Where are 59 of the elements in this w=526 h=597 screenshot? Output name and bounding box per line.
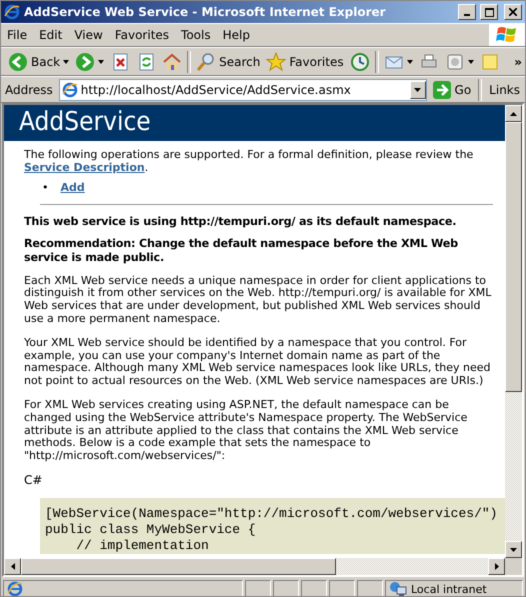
- left-arrow-icon: [10, 563, 14, 570]
- maximize-button[interactable]: [480, 4, 498, 20]
- dropdown-button[interactable]: [410, 80, 426, 98]
- operation-link[interactable]: Add: [60, 180, 85, 194]
- down-arrow-icon: [510, 548, 517, 552]
- maximize-icon: [484, 8, 494, 16]
- menu-item[interactable]: Help: [216, 25, 256, 45]
- scroll-left-button[interactable]: [4, 558, 21, 575]
- caret-icon: [98, 60, 104, 64]
- network-icon: [389, 581, 407, 596]
- close-button[interactable]: [504, 4, 522, 20]
- note-icon: [480, 52, 500, 72]
- scroll-thumb[interactable]: [505, 122, 522, 392]
- menu-item[interactable]: Edit: [33, 25, 68, 45]
- horizontal-scrollbar[interactable]: [4, 558, 505, 575]
- window-title: AddService Web Service - Microsoft Internet Explorer: [24, 5, 387, 19]
- code-language-label: C#: [24, 474, 44, 487]
- scroll-right-button[interactable]: [488, 558, 505, 575]
- menu-item[interactable]: View: [68, 25, 109, 45]
- search-button[interactable]: Search: [193, 50, 264, 74]
- bullet: •: [42, 180, 48, 194]
- zone-text: Local intranet: [411, 582, 487, 596]
- back-button[interactable]: Back: [5, 50, 72, 74]
- paragraph-text: Each XML Web service needs a unique namespace in order for client applications to distinguish it from other services on the Web. http://tempuri.org/ is available for XML Web services that are under development, but published XML Web services should use a more permanent namespace.: [24, 274, 492, 326]
- search-icon: [196, 52, 216, 72]
- links-button[interactable]: Links: [486, 80, 523, 98]
- up-arrow-icon: [510, 112, 517, 116]
- right-arrow-icon: [494, 563, 498, 570]
- intro-text: The following operations are supported. For a formal definition, please review the Service Description.: [24, 149, 474, 175]
- close-icon: [509, 8, 517, 16]
- caret-icon: [468, 60, 474, 64]
- favorites-button[interactable]: Favorites: [263, 50, 347, 74]
- menu-item[interactable]: Favorites: [108, 25, 176, 45]
- namespace-notice: This web service is using http://tempuri.org/ as its default namespace.: [24, 214, 458, 229]
- go-button[interactable]: Go: [428, 78, 474, 102]
- caret-icon: [414, 88, 422, 92]
- page-heading: AddService: [4, 105, 505, 141]
- history-icon: [350, 52, 370, 72]
- scroll-down-button[interactable]: [505, 541, 522, 558]
- service-description-link[interactable]: Service Description: [24, 160, 145, 174]
- home-icon: [162, 52, 182, 72]
- address-field[interactable]: http://localhost/AddService/AddService.asmx: [58, 78, 427, 100]
- caret-icon: [406, 60, 413, 64]
- recommendation-text: Recommendation: Change the default namespace before the XML Web service is made public.: [24, 236, 459, 265]
- menu-item[interactable]: File: [1, 25, 34, 45]
- scroll-up-button[interactable]: [505, 105, 522, 122]
- caret-icon: [63, 60, 70, 64]
- scrollbar-corner: [505, 558, 522, 575]
- browser-icon: [4, 4, 20, 20]
- minimize-button[interactable]: [458, 4, 476, 20]
- more-button[interactable]: »: [511, 52, 525, 70]
- menu-item[interactable]: Tools: [175, 25, 217, 45]
- scroll-thumb[interactable]: [21, 558, 336, 575]
- star-icon: [266, 52, 286, 72]
- vertical-scrollbar[interactable]: [505, 105, 522, 558]
- paragraph-text: For XML Web services creating using ASP.NET, the default namespace can be changed using the WebService attribute's Namespace property. The WebService attribute is an attribute applied to the class that contains the XML Web service methods. Below is a code example that sets the namespace to "http://microsoft.com/webservices/":: [24, 398, 468, 463]
- paragraph-text: Your XML Web service should be identified by a namespace that you control. For example, you can use your company's Internet domain name as part of the namespace. Although many XML Web service namespaces look like URLs, they need not point to actual resources on the Web. (XML Web service namespaces are URIs.): [24, 336, 492, 388]
- code-block: [WebService(Namespace="http://microsoft.com/webservices/") public class MyWebService { // implementation: [40, 498, 505, 554]
- address-label: Address: [4, 82, 54, 96]
